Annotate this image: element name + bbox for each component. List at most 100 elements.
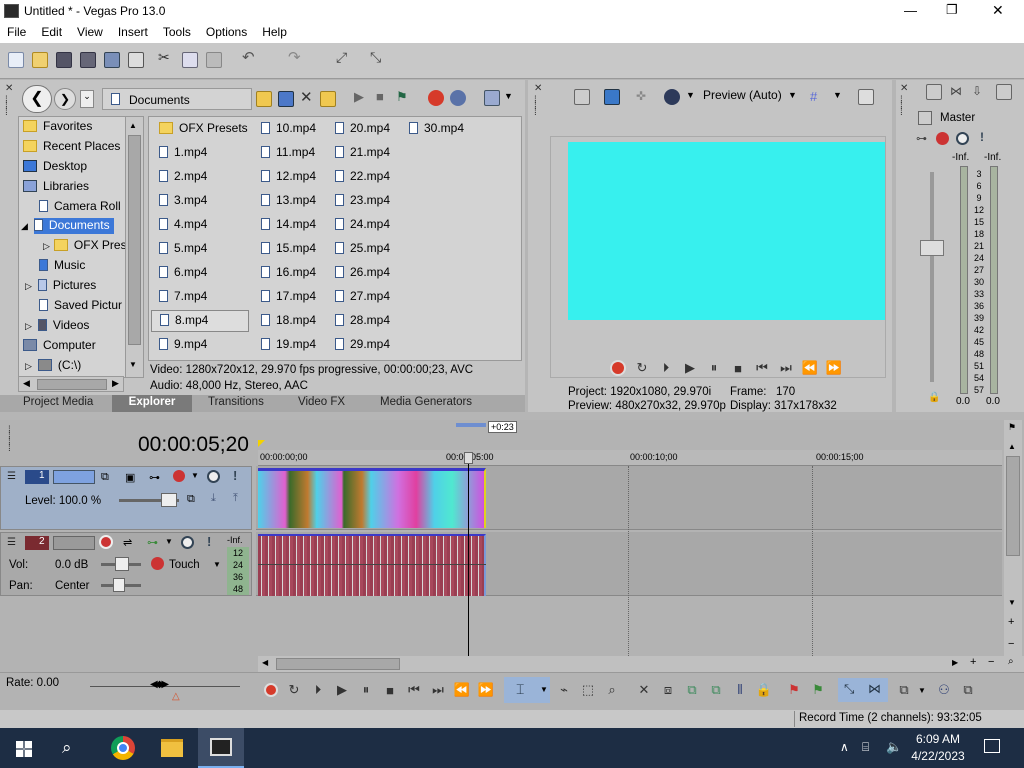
tree-item[interactable]: Camera Roll	[39, 199, 121, 219]
list-item[interactable]: 19.mp4	[261, 337, 316, 357]
audio-track-header[interactable]: ☰ 2 ⇌ ⊶ ▼ ! Vol: 0.0 dB Touch ▼ Pan: Cen…	[0, 532, 252, 596]
list-item[interactable]: 27.mp4	[335, 289, 390, 309]
zoom-out-icon[interactable]: −	[988, 656, 994, 668]
tree-item[interactable]: ▷ Videos	[25, 318, 89, 338]
list-item[interactable]: 4.mp4	[159, 217, 207, 237]
ignore-grouping-button[interactable]: ⚇	[936, 682, 952, 698]
edit-tool-icon[interactable]: ⤢	[336, 49, 352, 65]
track-fx-icon[interactable]: ⊶	[147, 536, 158, 549]
properties-icon[interactable]	[128, 52, 144, 68]
next-frame-button[interactable]: ⏩	[478, 682, 494, 698]
tree-item[interactable]: ▷ (C:\)	[25, 358, 81, 378]
next-frame-button[interactable]: ⏩	[826, 360, 842, 376]
trim-start-button[interactable]: ⧉	[684, 682, 700, 698]
envelope-tool-button[interactable]: ⌁	[556, 682, 572, 698]
solo-icon[interactable]: !	[207, 534, 211, 549]
tray-chevron-icon[interactable]: ∧	[840, 740, 849, 754]
timeline-hscroll[interactable]: ◀ ▶ + − ⌕	[258, 656, 1024, 672]
master-props-icon[interactable]	[918, 111, 932, 125]
zoom-out-icon[interactable]: −	[1008, 638, 1014, 650]
tree-item[interactable]: Computer	[23, 338, 96, 358]
go-to-end-button[interactable]: ⏭	[778, 360, 794, 376]
list-item[interactable]: 3.mp4	[159, 193, 207, 213]
list-item[interactable]: 21.mp4	[335, 145, 390, 165]
make-compositing-child-icon[interactable]: ⤓	[211, 492, 216, 505]
automation-mode[interactable]: Touch	[169, 559, 200, 571]
ripple-edit-button[interactable]: ⧉	[896, 682, 912, 698]
list-item[interactable]: 7.mp4	[159, 289, 207, 309]
enable-snapping-icon[interactable]: ⤡	[844, 681, 854, 697]
fx-dropdown-icon[interactable]: ▼	[165, 537, 173, 546]
menu-view[interactable]: View	[70, 23, 111, 39]
clock-date[interactable]: 4/22/2023	[906, 749, 970, 763]
list-item[interactable]: 23.mp4	[335, 193, 390, 213]
list-item[interactable]: 30.mp4	[409, 121, 464, 141]
tree-item[interactable]: Favorites	[23, 119, 92, 139]
up-folder-icon[interactable]	[256, 91, 272, 107]
list-item[interactable]: 2.mp4	[159, 169, 207, 189]
track-motion-icon[interactable]: ⧉	[101, 471, 109, 484]
open-icon[interactable]	[32, 52, 48, 68]
list-item[interactable]: 14.mp4	[261, 217, 316, 237]
loop-playback-button[interactable]: ↻	[286, 682, 302, 698]
volume-icon[interactable]: 🔈	[886, 739, 902, 755]
list-item[interactable]: OFX Presets	[159, 121, 248, 141]
marker-icon[interactable]: ⚑	[1008, 422, 1016, 433]
zoom-in-icon[interactable]: +	[970, 656, 976, 668]
save-icon[interactable]	[56, 52, 72, 68]
track-fx-icon[interactable]: ⊶	[149, 471, 160, 484]
list-item[interactable]: 6.mp4	[159, 265, 207, 285]
notifications-icon[interactable]	[984, 739, 1000, 753]
video-track-header[interactable]: ☰ 1 ⧉ ▣ ⊶ ▼ ! Level: 100.0 % ⧉ ⤓ ⤒	[0, 466, 252, 530]
path-box[interactable]: Documents	[102, 88, 252, 110]
undo-icon[interactable]: ↶	[242, 48, 258, 66]
menu-insert[interactable]: Insert	[111, 23, 156, 39]
tree-item[interactable]: Desktop	[23, 159, 87, 179]
preview-properties-icon[interactable]	[574, 89, 590, 105]
tree-item[interactable]: Saved Pictur	[39, 298, 122, 318]
mixer-props-icon[interactable]	[926, 84, 942, 100]
audio-clip[interactable]	[258, 534, 486, 596]
save-as-icon[interactable]	[80, 52, 96, 68]
previous-frame-button[interactable]: ⏪	[454, 682, 470, 698]
paste-icon[interactable]	[206, 52, 222, 68]
stop-button[interactable]: ■	[382, 682, 398, 698]
cut-icon[interactable]: ✂	[158, 49, 174, 65]
solo-icon[interactable]: !	[233, 468, 237, 483]
views-dropdown-icon[interactable]: ▼	[504, 91, 513, 101]
solo-icon[interactable]: !	[980, 130, 984, 144]
tab-video-fx[interactable]: Video FX	[298, 396, 345, 408]
tree-item[interactable]: Recent Places	[23, 139, 120, 159]
redo-icon[interactable]: ↷	[288, 48, 304, 66]
start-icon[interactable]	[16, 741, 32, 757]
search-icon[interactable]: ⌕	[62, 738, 72, 758]
mute-icon[interactable]	[181, 536, 194, 549]
list-item[interactable]: 25.mp4	[335, 241, 390, 261]
master-fader-handle[interactable]	[920, 240, 944, 256]
master-fx-chain-icon[interactable]	[936, 132, 949, 145]
list-item[interactable]: 26.mp4	[335, 265, 390, 285]
search-icon[interactable]	[450, 90, 466, 106]
zoom-tool-button[interactable]: ⌕	[604, 682, 620, 698]
timeline-hscroll-thumb[interactable]	[276, 658, 400, 670]
list-item[interactable]: 13.mp4	[261, 193, 316, 213]
edit-tool-button[interactable]: ⌶ ▼	[504, 677, 550, 703]
zoom-tool-icon[interactable]: ⌕	[1008, 656, 1014, 667]
tree-item-selected[interactable]: ◢ Documents	[21, 218, 129, 238]
go-to-start-button[interactable]: ⏮	[754, 360, 770, 376]
tree-item[interactable]: ▷ OFX Pres	[43, 238, 127, 258]
go-to-end-button[interactable]: ⏭	[430, 682, 446, 698]
insert-marker-button[interactable]: ⚑	[786, 682, 802, 698]
list-item[interactable]: 29.mp4	[335, 337, 390, 357]
dock-grip[interactable]: ✕ ⁞ ⁞ ⁞	[534, 84, 542, 118]
close-button[interactable]: ✕	[992, 2, 1004, 19]
list-item[interactable]: 24.mp4	[335, 217, 390, 237]
pause-button[interactable]: ⏸	[358, 682, 374, 698]
make-compositing-parent-icon[interactable]: ⤒	[233, 492, 238, 505]
delete-button[interactable]: ✕	[636, 682, 652, 698]
track-minimize-icon[interactable]: ☰	[7, 471, 16, 482]
minimize-button[interactable]: —	[904, 3, 917, 18]
overlays-dropdown-icon[interactable]: ▼	[833, 90, 842, 100]
video-clip[interactable]	[258, 468, 486, 528]
play-button[interactable]: ▶	[334, 682, 350, 698]
